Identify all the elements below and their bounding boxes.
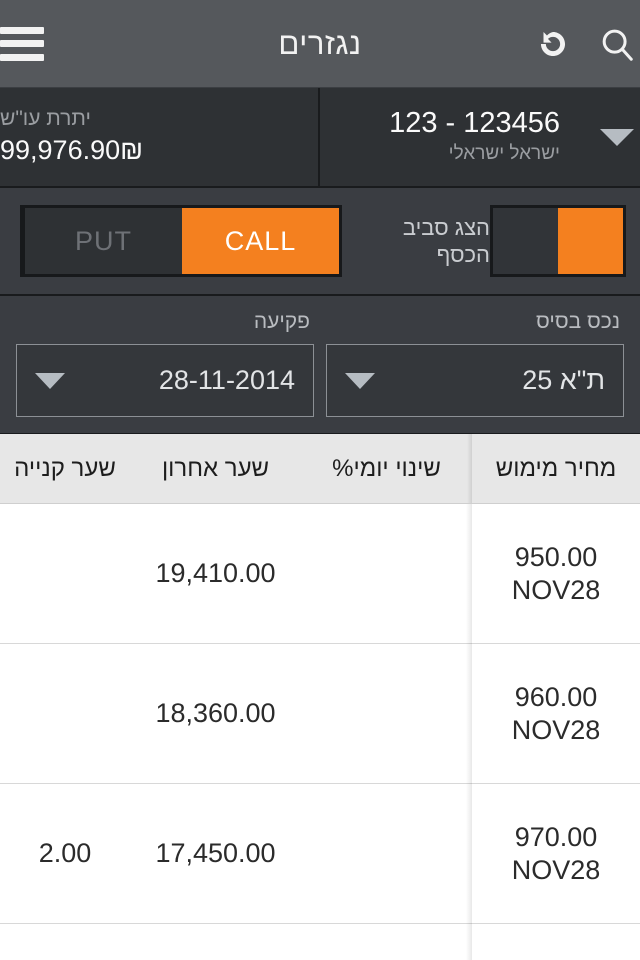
column-header-daily-change[interactable]: שינוי יומי%: [301, 434, 472, 503]
table-row[interactable]: 970.00 NOV28 17,450.00 2.00: [0, 784, 640, 924]
selectors-row: נכס בסיס ת"א 25 פקיעה 28-11-2014: [0, 296, 640, 434]
strike-price: 970.00: [514, 821, 598, 852]
strike-price: 950.00: [514, 541, 598, 572]
hamburger-menu-icon[interactable]: [0, 26, 44, 61]
at-the-money-toggle[interactable]: [490, 205, 626, 277]
cell-daily-change: [301, 504, 472, 643]
controls-row: הצג סביב הכסף CALL PUT: [0, 188, 640, 296]
cell-last-price: 17,450.00: [155, 838, 276, 868]
chevron-down-icon: [345, 372, 375, 389]
cell-strike: [472, 924, 640, 960]
top-app-bar: נגזרים: [0, 0, 640, 88]
column-header-strike[interactable]: מחיר מימוש: [472, 434, 640, 503]
column-header-last-price[interactable]: שער אחרון: [130, 434, 301, 503]
cell-buy-price: [0, 924, 130, 960]
strike-expiry: NOV28: [511, 714, 601, 745]
account-texts: 123 - 123456 ישראל ישראלי: [334, 107, 582, 167]
table-row[interactable]: [0, 924, 640, 960]
account-holder-name: ישראל ישראלי: [448, 143, 560, 165]
toggle-knob: [558, 208, 623, 274]
strike-expiry: NOV28: [511, 574, 601, 605]
hamburger-bar: [0, 40, 44, 47]
column-header-buy-price[interactable]: שער קנייה: [0, 434, 130, 503]
cell-daily-change: [301, 784, 472, 923]
topbar-left-actions: [504, 21, 640, 67]
expiry-field: פקיעה 28-11-2014: [16, 296, 314, 417]
put-button[interactable]: PUT: [23, 208, 182, 274]
underlying-asset-value: ת"א 25: [522, 365, 605, 395]
expiry-label: פקיעה: [253, 310, 310, 333]
hamburger-bar: [0, 53, 44, 61]
strike-price: 960.00: [514, 681, 598, 712]
refresh-icon[interactable]: [530, 21, 576, 67]
cell-buy-price: [0, 644, 130, 783]
toggle-track: [493, 208, 558, 274]
cell-strike: 960.00 NOV28: [472, 644, 640, 783]
cell-strike: 950.00 NOV28: [472, 504, 640, 643]
cell-last-price: 19,410.00: [155, 558, 276, 588]
underlying-asset-label: נכס בסיס: [536, 310, 620, 333]
chevron-down-icon: [35, 372, 66, 389]
expiry-dropdown[interactable]: 28-11-2014: [16, 344, 314, 417]
options-table: מחיר מימוש שינוי יומי% שער אחרון שער קני…: [0, 434, 640, 960]
account-number: 123 - 123456: [389, 106, 560, 139]
balance-value: 99,976.90₪: [0, 135, 144, 166]
underlying-asset-field: נכס בסיס ת"א 25: [326, 296, 624, 417]
underlying-asset-dropdown[interactable]: ת"א 25: [326, 344, 624, 417]
app-root: נגזרים 123 - 123456 ישראל ישראלי יתרת עו…: [0, 0, 640, 960]
search-icon[interactable]: [594, 21, 640, 67]
table-row[interactable]: 960.00 NOV28 18,360.00: [0, 644, 640, 784]
balance-label: יתרת עו"ש: [0, 107, 91, 130]
call-button[interactable]: CALL: [182, 208, 339, 274]
table-body: 950.00 NOV28 19,410.00 960.00 NOV28 18,360.00…: [0, 504, 640, 960]
topbar-right-actions: [0, 26, 70, 61]
account-bar: 123 - 123456 ישראל ישראלי יתרת עו"ש 99,9…: [0, 88, 640, 188]
table-row[interactable]: 950.00 NOV28 19,410.00: [0, 504, 640, 644]
expiry-value: 28-11-2014: [158, 365, 295, 395]
cell-strike: 970.00 NOV28: [472, 784, 640, 923]
at-the-money-toggle-label: הצג סביב הכסף: [402, 214, 490, 268]
strike-expiry: NOV28: [511, 854, 601, 885]
put-call-segmented-control[interactable]: CALL PUT: [20, 205, 342, 277]
at-the-money-toggle-group: הצג סביב הכסף: [366, 205, 626, 277]
account-selector[interactable]: 123 - 123456 ישראל ישראלי: [320, 88, 640, 186]
cell-buy-price: [0, 504, 130, 643]
cell-last-price: 18,360.00: [155, 698, 276, 728]
cell-daily-change: [301, 924, 472, 960]
account-balance: יתרת עו"ש 99,976.90₪: [0, 88, 318, 186]
hamburger-bar: [0, 26, 44, 34]
chevron-down-icon: [600, 128, 634, 146]
table-header-row: מחיר מימוש שינוי יומי% שער אחרון שער קני…: [0, 434, 640, 504]
cell-last-price: [130, 924, 301, 960]
cell-buy-price: 2.00: [38, 838, 92, 868]
cell-daily-change: [301, 644, 472, 783]
